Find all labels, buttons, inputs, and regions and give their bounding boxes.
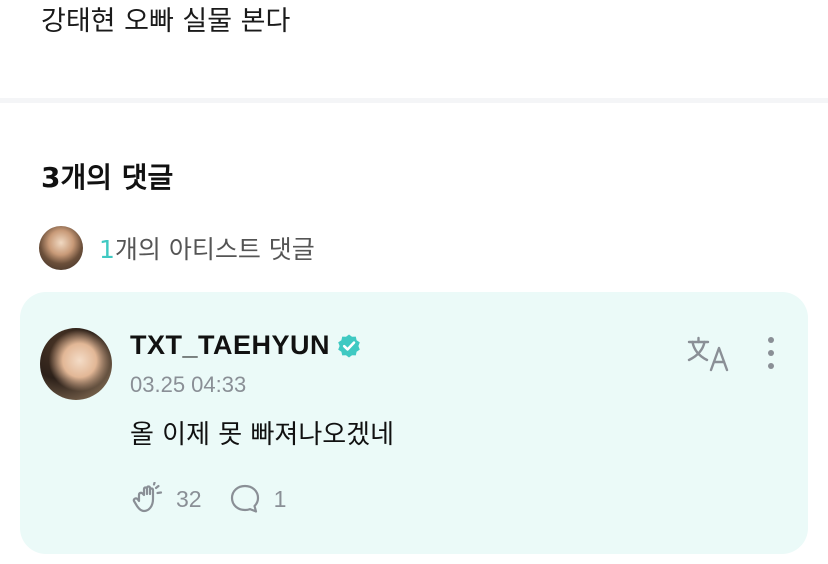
more-vertical-icon[interactable] (764, 336, 778, 370)
like-count: 32 (176, 485, 202, 512)
avatar[interactable] (40, 328, 112, 400)
artist-comments-count: 1 (99, 235, 115, 264)
comment-timestamp: 03.25 04:33 (130, 372, 247, 397)
comment-body: 올 이제 못 빠져나오겠네 (130, 420, 394, 450)
section-divider (0, 98, 828, 103)
artist-comments-label: 1개의 아티스트 댓글 (99, 230, 315, 266)
reply-count: 1 (273, 485, 287, 512)
artist-comments-text: 개의 아티스트 댓글 (114, 235, 315, 264)
artist-comment-card: TXT_TAEHYUN 03.25 04:33 올 이제 못 빠져나오겠네 32… (20, 292, 808, 554)
artist-avatar (39, 226, 83, 270)
speech-bubble-icon (230, 484, 259, 513)
like-button[interactable]: 32 (130, 482, 202, 516)
verified-badge-icon (338, 334, 360, 357)
post-text: 강태현 오빠 실물 본다 (41, 6, 291, 37)
reply-button[interactable]: 1 (228, 482, 287, 516)
artist-comments-filter[interactable]: 1개의 아티스트 댓글 (39, 226, 315, 270)
comment-author[interactable]: TXT_TAEHYUN (130, 330, 362, 361)
cheer-hand-icon (132, 482, 163, 513)
comments-count-heading: 3개의 댓글 (41, 161, 174, 194)
translate-icon[interactable] (686, 336, 730, 372)
comment-actions: 32 1 (130, 482, 312, 516)
username[interactable]: TXT_TAEHYUN (130, 330, 330, 361)
